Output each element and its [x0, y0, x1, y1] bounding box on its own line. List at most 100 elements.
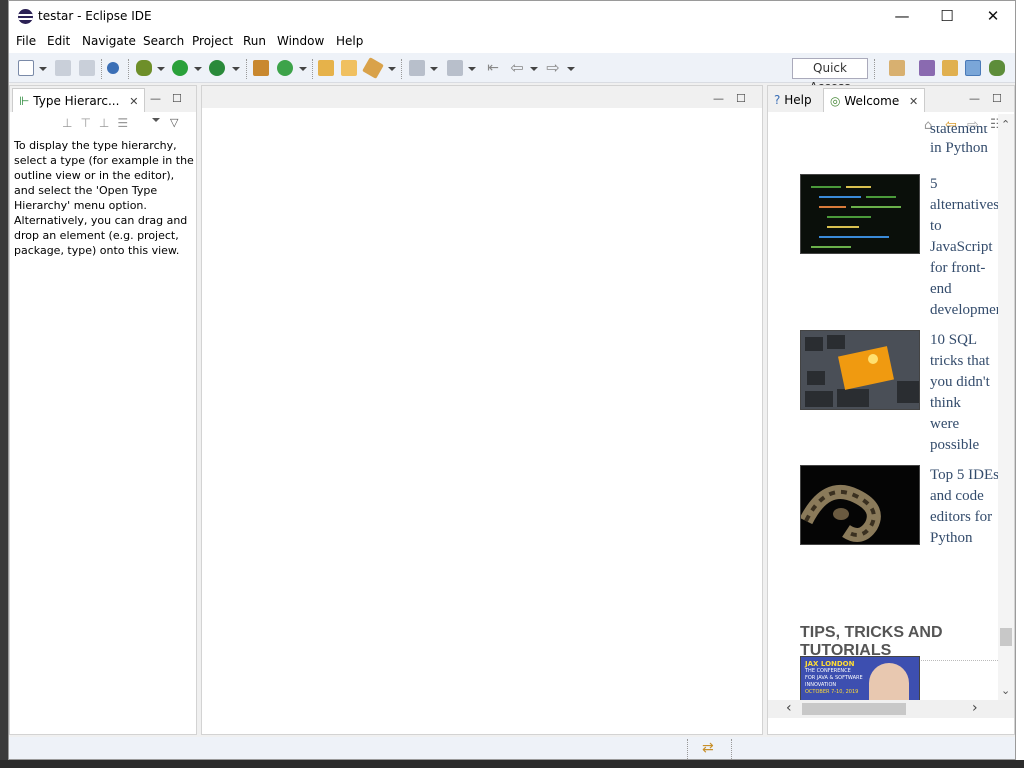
maximize-editor-icon[interactable]: ☐	[736, 92, 746, 105]
back-icon[interactable]: ⇦	[509, 60, 525, 76]
run-icon[interactable]	[172, 60, 188, 76]
new-dropdown-icon[interactable]	[39, 67, 47, 71]
menu-file[interactable]: File	[16, 34, 36, 48]
external-dropdown-icon[interactable]	[232, 67, 240, 71]
open-folder-icon[interactable]	[341, 60, 357, 76]
tab-type-hierarchy[interactable]: ⊩ Type Hierarc... ✕	[12, 88, 146, 112]
run-external-icon[interactable]	[209, 60, 225, 76]
eclipse-logo-icon	[18, 9, 33, 24]
scroll-down-icon[interactable]: ⌄	[1001, 684, 1010, 697]
maximize-button[interactable]: ☐	[924, 1, 970, 31]
scroll-right-icon[interactable]: ›	[972, 700, 978, 716]
partial-article-title[interactable]: statement in Python	[930, 126, 1000, 159]
debug-dropdown-icon[interactable]	[157, 67, 165, 71]
toolbar-separator	[128, 59, 130, 79]
save-icon[interactable]	[55, 60, 71, 76]
debug-perspective-icon[interactable]	[989, 60, 1005, 76]
back-dropdown-icon[interactable]	[530, 67, 538, 71]
menu-project[interactable]: Project	[192, 34, 233, 48]
forward-dropdown-icon[interactable]	[567, 67, 575, 71]
main-toolbar: ⇤ ⇦ ⇨ Quick Access	[9, 53, 1015, 94]
maximize-view-icon[interactable]: ☐	[992, 92, 1002, 105]
minimize-view-icon[interactable]: —	[150, 92, 161, 105]
skip-breakpoints-icon[interactable]	[107, 62, 119, 74]
previous-annotation-dropdown-icon[interactable]	[468, 67, 476, 71]
menu-run[interactable]: Run	[243, 34, 266, 48]
forward-icon[interactable]: ⇨	[545, 60, 561, 76]
partial-line: statement	[930, 126, 988, 137]
search-dropdown-icon[interactable]	[388, 67, 396, 71]
title-line: Python	[930, 530, 973, 546]
status-separator	[731, 739, 733, 759]
save-all-icon[interactable]	[79, 60, 95, 76]
menu-window[interactable]: Window	[277, 34, 324, 48]
scroll-left-icon[interactable]: ‹	[786, 700, 792, 716]
menu-help[interactable]: Help	[336, 34, 363, 48]
menu-search[interactable]: Search	[143, 34, 184, 48]
run-dropdown-icon[interactable]	[194, 67, 202, 71]
eclipse-window: testar - Eclipse IDE — ☐ ✕ File Edit Nav…	[8, 0, 1016, 760]
tab-welcome[interactable]: ◎ Welcome ✕	[823, 88, 926, 112]
close-icon[interactable]: ✕	[909, 95, 918, 108]
minimize-view-icon[interactable]: —	[969, 92, 980, 105]
java-ee-perspective-icon[interactable]	[919, 60, 935, 76]
article-title-python-ides[interactable]: Top 5 IDEs and code editors for Python	[930, 465, 1000, 549]
title-line: you didn't	[930, 374, 990, 390]
menu-bar: File Edit Navigate Search Project Run Wi…	[9, 31, 1015, 53]
title-line: to	[930, 218, 942, 234]
minimize-editor-icon[interactable]: —	[713, 92, 724, 105]
debug-icon[interactable]	[136, 60, 152, 76]
scroll-thumb[interactable]	[1000, 628, 1012, 646]
status-bar: ⇄	[9, 737, 1015, 759]
close-icon[interactable]: ✕	[129, 95, 138, 108]
welcome-content: ⌂ ⇦ ⇨ ☷ statement in Python	[768, 114, 1000, 714]
close-window-button[interactable]: ✕	[970, 1, 1015, 31]
type-hierarchy-header: ⊩ Type Hierarc... ✕ — ☐	[10, 86, 196, 112]
new-class-icon[interactable]	[277, 60, 293, 76]
quick-access-input[interactable]: Quick Access	[792, 58, 868, 94]
article-title-sql-tricks[interactable]: 10 SQL tricks that you didn't think were…	[930, 330, 1000, 456]
horizontal-scrollbar[interactable]: ‹ ›	[768, 700, 1014, 718]
progress-sync-icon[interactable]: ⇄	[702, 740, 714, 756]
next-annotation-icon[interactable]	[409, 60, 425, 76]
title-line: developmen	[930, 302, 1000, 318]
title-line: 10 SQL	[930, 332, 978, 348]
type-hierarchy-perspective-icon[interactable]	[965, 60, 981, 76]
taskbar-strip	[0, 760, 1024, 768]
scroll-up-icon[interactable]: ⌃	[1001, 118, 1010, 131]
open-perspective-icon[interactable]	[889, 60, 905, 76]
tab-help[interactable]: ? Help	[768, 88, 818, 112]
next-annotation-dropdown-icon[interactable]	[430, 67, 438, 71]
article-title-js-alternatives[interactable]: 5 alternatives to JavaScript for front- …	[930, 174, 1000, 321]
menu-navigate[interactable]: Navigate	[82, 34, 136, 48]
editor-area[interactable]: — ☐	[201, 85, 763, 735]
editor-header: — ☐	[202, 86, 762, 108]
search-icon[interactable]	[362, 57, 384, 79]
welcome-view: ? Help ◎ Welcome ✕ — ☐ ⌂ ⇦ ⇨ ☷ statement…	[767, 85, 1015, 735]
new-class-dropdown-icon[interactable]	[299, 67, 307, 71]
article-image-keyboard-tips[interactable]	[800, 330, 920, 410]
title-line: 5	[930, 176, 938, 192]
java-perspective-icon[interactable]	[942, 60, 958, 76]
hierarchy-toolbar-icons[interactable]: ⊥⊤⊥☰	[62, 116, 136, 130]
article-image-code-screen[interactable]	[800, 174, 920, 254]
last-edit-location-icon[interactable]: ⇤	[485, 60, 501, 76]
view-menu-icon[interactable]: ▽	[170, 116, 178, 129]
new-icon[interactable]	[18, 60, 34, 76]
vertical-scrollbar[interactable]: ⌃ ⌄	[998, 114, 1014, 700]
tab-welcome-label: Welcome	[844, 94, 900, 108]
menu-edit[interactable]: Edit	[47, 34, 70, 48]
maximize-view-icon[interactable]: ☐	[172, 92, 182, 105]
title-line: JavaScript	[930, 239, 993, 255]
open-type-icon[interactable]	[318, 60, 334, 76]
new-package-icon[interactable]	[253, 60, 269, 76]
title-line: and code	[930, 488, 984, 504]
type-hierarchy-icon: ⊩	[19, 94, 30, 108]
minimize-button[interactable]: —	[879, 1, 925, 31]
hscroll-thumb[interactable]	[802, 703, 906, 715]
window-title: testar - Eclipse IDE	[38, 9, 152, 23]
article-image-python-snake[interactable]	[800, 465, 920, 545]
previous-annotation-icon[interactable]	[447, 60, 463, 76]
hierarchy-dropdown-icon[interactable]	[152, 118, 160, 122]
title-line: Top 5 IDEs	[930, 467, 999, 483]
